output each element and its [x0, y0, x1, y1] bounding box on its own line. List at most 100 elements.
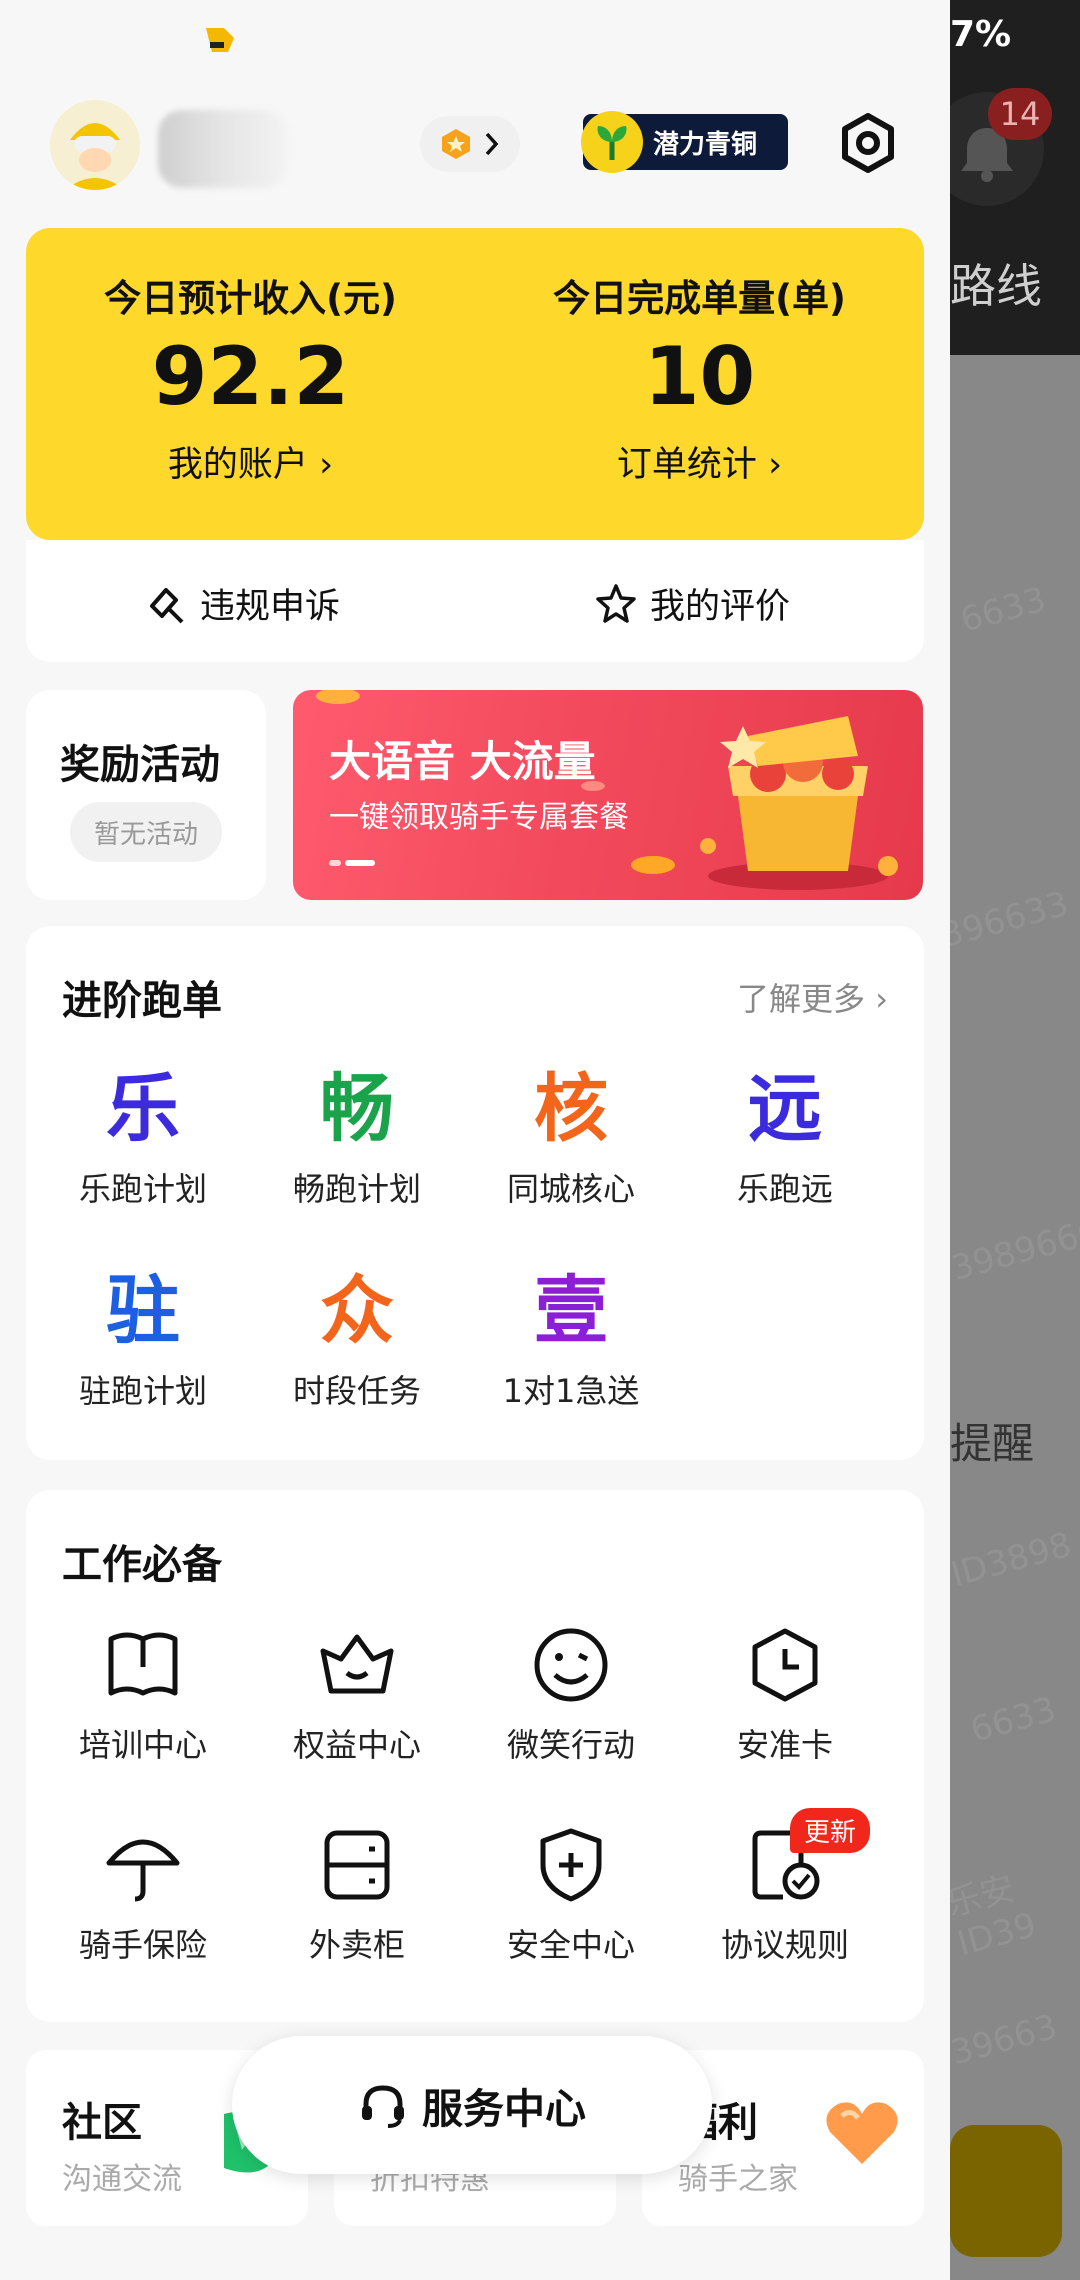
reward-status: 暂无活动	[70, 802, 222, 862]
advanced-item[interactable]: 远乐跑远	[678, 1064, 892, 1210]
umbrella-icon	[106, 1839, 180, 1902]
today-orders-title: 今日完成单量(单)	[553, 277, 846, 320]
watermark: 396633	[937, 883, 1073, 957]
plan-glyph-icon: 畅	[320, 1066, 394, 1152]
advanced-item[interactable]: 壹 1对1急送	[464, 1266, 678, 1412]
plan-glyph-icon: 驻	[106, 1268, 180, 1354]
learn-more-label: 了解更多	[737, 980, 866, 1018]
welfare-subtitle: 骑手之家	[678, 2162, 798, 2197]
chevron-right-icon	[485, 132, 499, 156]
item-label: 驻跑计划	[78, 1372, 207, 1410]
service-center-button[interactable]: 服务中心	[232, 2036, 712, 2174]
settings-gear-icon[interactable]	[838, 113, 898, 173]
item-label: 外卖柜	[308, 1926, 405, 1964]
item-label: 畅跑计划	[292, 1170, 421, 1208]
learn-more-link[interactable]: 了解更多 ›	[737, 974, 888, 1020]
advanced-orders-card: 进阶跑单 了解更多 › 乐乐跑计划畅畅跑计划核同城核心远乐跑远驻驻跑计划众时段任…	[26, 926, 924, 1460]
orders-today-column: 今日完成单量(单) 10 订单统计 ›	[475, 268, 924, 487]
appeal-button[interactable]: 违规申诉	[144, 578, 340, 629]
crown-icon	[320, 1634, 394, 1694]
order-stats-link[interactable]: 订单统计 ›	[475, 436, 924, 487]
advanced-item[interactable]: 众时段任务	[250, 1266, 464, 1412]
route-label: 路线	[950, 259, 1042, 313]
plan-glyph-icon: 壹	[534, 1268, 608, 1354]
side-drawer: 潜力青铜 今日预计收入(元) 92.2 我的账户 › 今日完成单量(单) 10 …	[0, 0, 950, 2280]
order-stats-label: 订单统计	[616, 445, 757, 485]
coin-button[interactable]	[420, 116, 520, 172]
avatar[interactable]	[50, 100, 140, 190]
heart-icon	[826, 2102, 898, 2164]
item-label: 培训中心	[78, 1726, 207, 1764]
benefits-center-item[interactable]: 权益中心	[250, 1620, 464, 1766]
reward-activity-card[interactable]: 奖励活动 暂无活动	[26, 690, 266, 900]
update-badge: 更新	[790, 1808, 871, 1853]
service-center-label: 服务中心	[422, 2085, 586, 2133]
coin-icon	[442, 129, 470, 159]
community-subtitle: 沟通交流	[62, 2162, 182, 2197]
item-label: 协议规则	[720, 1926, 849, 1964]
notification-count-badge: 14	[988, 88, 1052, 140]
hammer-icon	[150, 587, 184, 623]
item-label: 微笑行动	[506, 1726, 635, 1764]
plan-glyph-icon: 核	[534, 1066, 608, 1152]
plan-glyph-icon: 远	[748, 1066, 822, 1152]
my-rating-button[interactable]: 我的评价	[594, 578, 790, 629]
delivery-locker-item[interactable]: 外卖柜	[250, 1820, 464, 1966]
watermark: 3989666	[947, 1211, 1080, 1289]
essentials-title: 工作必备	[62, 1542, 222, 1588]
item-label: 乐跑远	[736, 1170, 833, 1208]
income-today-column: 今日预计收入(元) 92.2 我的账户 ›	[26, 268, 475, 487]
item-label: 权益中心	[292, 1726, 421, 1764]
today-income-title: 今日预计收入(元)	[104, 277, 397, 320]
star-icon	[596, 583, 636, 623]
battery-percent: 7%	[950, 14, 1012, 55]
remind-label: 提醒	[950, 1419, 1035, 1468]
advanced-item[interactable]: 畅畅跑计划	[250, 1064, 464, 1210]
advanced-title: 进阶跑单	[62, 978, 222, 1024]
banner-coins-decoration	[316, 690, 675, 874]
reward-title: 奖励活动	[60, 742, 220, 788]
my-account-link[interactable]: 我的账户 ›	[26, 436, 475, 487]
smile-icon	[534, 1628, 608, 1702]
quick-actions-card: 违规申诉 我的评价	[26, 540, 924, 662]
watermark: ID3898	[946, 1524, 1076, 1596]
watermark: 6633	[956, 579, 1051, 641]
item-label: 同城核心	[506, 1170, 635, 1208]
today-orders-value: 10	[643, 330, 756, 423]
item-label: 安全中心	[506, 1926, 635, 1964]
watermark: 39663	[946, 2006, 1062, 2074]
punctuality-card-item[interactable]: 安准卡	[678, 1620, 892, 1766]
sprout-icon	[581, 111, 643, 173]
today-income-value: 92.2	[151, 330, 350, 423]
plan-glyph-icon: 乐	[106, 1066, 180, 1152]
book-icon	[108, 1632, 178, 1696]
item-label: 时段任务	[292, 1372, 421, 1410]
promo-banner[interactable]: 大语音 大流量 一键领取骑手专属套餐	[293, 690, 923, 900]
headset-icon	[362, 2085, 404, 2128]
plan-glyph-icon: 众	[320, 1268, 394, 1354]
work-essentials-card: 工作必备 培训中心 权益中心 微笑行动 安准卡 骑手保险 外卖柜 安全中心 协议…	[26, 1490, 924, 2022]
item-label: 骑手保险	[78, 1926, 207, 1964]
item-label: 安准卡	[736, 1726, 833, 1764]
background-page: 7% 路线 提醒 6633 396633 3989666 ID3898 6633…	[937, 0, 1080, 2280]
level-badge[interactable]: 潜力青铜	[581, 111, 788, 173]
chevron-right-icon: ›	[865, 980, 888, 1018]
safety-center-item[interactable]: 安全中心	[464, 1820, 678, 1966]
locker-icon	[324, 1830, 390, 1900]
app-status-icon	[206, 28, 234, 52]
my-rating-label: 我的评价	[650, 587, 791, 627]
watermark: 6633	[966, 1689, 1061, 1751]
appeal-label: 违规申诉	[200, 587, 341, 627]
watermark: 乐安ID39	[942, 1868, 1041, 1965]
rider-insurance-item[interactable]: 骑手保险	[36, 1820, 250, 1966]
advanced-item[interactable]: 乐乐跑计划	[36, 1064, 250, 1210]
smile-action-item[interactable]: 微笑行动	[464, 1620, 678, 1766]
rider-avatar-icon	[50, 100, 140, 190]
training-center-item[interactable]: 培训中心	[36, 1620, 250, 1766]
advanced-item[interactable]: 驻驻跑计划	[36, 1266, 250, 1412]
level-label: 潜力青铜	[653, 129, 758, 160]
chevron-right-icon: ›	[307, 445, 334, 485]
chevron-right-icon: ›	[756, 445, 783, 485]
background-action-button[interactable]	[950, 2125, 1062, 2257]
advanced-item[interactable]: 核同城核心	[464, 1064, 678, 1210]
